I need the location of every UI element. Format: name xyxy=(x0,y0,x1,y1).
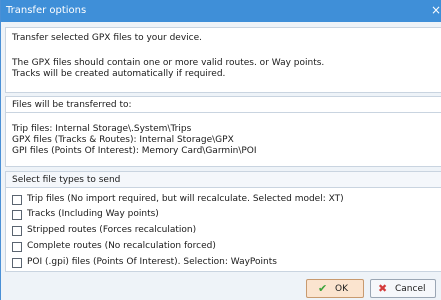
trip-files-label: Trip files (No import required, but will… xyxy=(27,194,344,204)
trip-files-destination: Trip files: Internal Storage\.System\Tri… xyxy=(12,124,192,134)
stripped-routes-label: Stripped routes (Forces recalculation) xyxy=(27,225,197,235)
close-icon[interactable]: × xyxy=(431,3,441,17)
tracks-label: Tracks (Including Way points) xyxy=(27,209,159,219)
transfer-options-dialog: Transfer options × Transfer selected GPX… xyxy=(0,0,441,300)
trip-files-checkbox[interactable] xyxy=(12,195,22,205)
complete-routes-checkbox[interactable] xyxy=(12,242,22,252)
dialog-title: Transfer options xyxy=(6,5,87,16)
cancel-button-label: Cancel xyxy=(395,284,426,294)
checkmark-icon: ✔ xyxy=(318,282,328,295)
tracks-checkbox[interactable] xyxy=(12,210,22,220)
destinations-header-label: Files will be transferred to: xyxy=(12,100,132,110)
gpi-files-destination: GPI files (Points Of Interest): Memory C… xyxy=(12,146,257,156)
poi-files-checkbox[interactable] xyxy=(12,258,22,268)
info-line-2: The GPX files should contain one or more… xyxy=(12,58,325,68)
poi-files-label: POI (.gpi) files (Points Of Interest). S… xyxy=(27,257,277,267)
complete-routes-label: Complete routes (No recalculation forced… xyxy=(27,241,216,251)
info-line-3: Tracks will be created automatically if … xyxy=(12,69,226,79)
destinations-panel: Files will be transferred to: Trip files… xyxy=(5,96,441,167)
stripped-routes-checkbox[interactable] xyxy=(12,226,22,236)
gpx-files-destination: GPX files (Tracks & Routes): Internal St… xyxy=(12,135,234,145)
title-bar: Transfer options × xyxy=(1,0,441,22)
info-line-1: Transfer selected GPX files to your devi… xyxy=(12,33,203,43)
info-panel: Transfer selected GPX files to your devi… xyxy=(5,27,441,93)
file-types-header-label: Select file types to send xyxy=(12,175,121,185)
ok-button[interactable]: ✔ OK xyxy=(306,279,364,298)
x-mark-icon: ✖ xyxy=(378,282,388,295)
ok-button-label: OK xyxy=(335,284,348,294)
file-types-header: Select file types to send xyxy=(6,172,441,188)
destinations-header: Files will be transferred to: xyxy=(6,97,441,113)
file-types-panel: Select file types to send Trip files (No… xyxy=(5,171,441,272)
cancel-button[interactable]: ✖ Cancel xyxy=(370,279,436,298)
